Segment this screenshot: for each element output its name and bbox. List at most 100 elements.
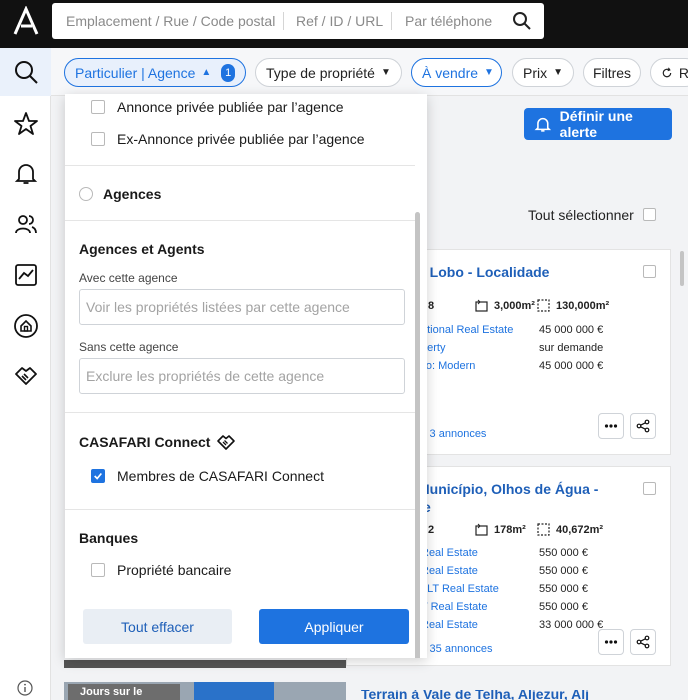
listing-price: 45 000 000 € bbox=[539, 324, 604, 336]
transaction-label: À vendre bbox=[422, 64, 479, 81]
property-select-checkbox[interactable] bbox=[643, 265, 656, 278]
set-alert-button[interactable]: Définir une alerte bbox=[524, 108, 672, 140]
refresh-icon bbox=[662, 67, 672, 77]
agencies-radio[interactable] bbox=[79, 187, 93, 201]
listing-source[interactable]: Real Estate bbox=[421, 565, 478, 577]
owner-filter-label: Particulier | Agence bbox=[75, 64, 196, 81]
users-icon bbox=[14, 215, 37, 234]
sidebar-item-alerts[interactable] bbox=[0, 149, 51, 197]
plot-area-stat: 130,000m² bbox=[537, 299, 609, 312]
area-icon bbox=[475, 523, 488, 536]
connect-section-label: CASAFARI Connect bbox=[79, 434, 211, 450]
reset-filters-button[interactable]: R bbox=[650, 58, 688, 87]
connect-members-checkbox[interactable] bbox=[91, 469, 105, 483]
divider bbox=[65, 165, 415, 166]
phone-search-input[interactable]: Par téléphone bbox=[405, 13, 492, 29]
ex-private-listing-checkbox[interactable] bbox=[91, 132, 105, 146]
property-title-clipped[interactable]: Terrain à Vale de Telha, Aljezur, Alj bbox=[361, 690, 661, 700]
property-title[interactable]: do Município, Olhos de Água - bbox=[397, 481, 598, 497]
bell-icon bbox=[14, 164, 37, 184]
private-listing-agency-checkbox[interactable] bbox=[91, 100, 105, 114]
chevron-up-icon: ▲ bbox=[201, 67, 212, 78]
more-listings-link[interactable]: s 3 annonces bbox=[421, 428, 486, 440]
ex-private-listing-label: Ex-Annonce privée publiée par l’agence bbox=[117, 131, 365, 147]
property-photo[interactable] bbox=[64, 660, 346, 668]
divider bbox=[65, 509, 415, 510]
clear-all-button[interactable]: Tout effacer bbox=[83, 609, 232, 644]
reset-filters-label: R bbox=[678, 64, 688, 81]
casafari-logo[interactable] bbox=[12, 6, 40, 36]
listing-source[interactable]: T Real Estate bbox=[421, 601, 487, 613]
search-separator bbox=[283, 12, 284, 30]
sidebar-item-properties[interactable] bbox=[0, 302, 51, 350]
listing-source[interactable]: : LT Real Estate bbox=[421, 583, 499, 595]
select-all-checkbox[interactable] bbox=[643, 208, 656, 221]
select-all-label: Tout sélectionner bbox=[528, 207, 634, 223]
divider bbox=[65, 412, 415, 413]
plot-icon bbox=[537, 299, 550, 312]
more-filters-label: Filtres bbox=[592, 64, 632, 81]
handshake-icon bbox=[217, 435, 236, 450]
info-icon[interactable] bbox=[17, 680, 33, 696]
dropdown-scrollbar[interactable] bbox=[415, 212, 420, 658]
sidebar-item-analytics[interactable] bbox=[0, 251, 51, 299]
sidebar-item-connect[interactable] bbox=[0, 352, 51, 400]
map-thumbnail bbox=[194, 682, 274, 700]
listing-source[interactable]: Real Estate bbox=[421, 547, 478, 559]
plot-area-value: 130,000m² bbox=[556, 299, 610, 312]
price-filter-pill[interactable]: Prix ▼ bbox=[512, 58, 574, 87]
price-label: Prix bbox=[523, 64, 548, 81]
owner-filter-count-badge: 1 bbox=[221, 63, 235, 82]
listing-price: 550 000 € bbox=[539, 601, 588, 613]
transaction-filter-pill[interactable]: À vendre ▼ bbox=[411, 58, 502, 87]
sidebar-item-favorites[interactable] bbox=[0, 100, 51, 148]
listing-source[interactable]: lio: Modern bbox=[421, 360, 475, 372]
search-icon[interactable] bbox=[512, 11, 532, 31]
star-icon bbox=[13, 112, 38, 135]
top-bar: Emplacement / Rue / Code postal Ref / ID… bbox=[0, 0, 688, 48]
plot-area-stat: 40,672m² bbox=[537, 523, 603, 536]
bedrooms-value: 2 bbox=[428, 523, 435, 536]
set-alert-label: Définir une alerte bbox=[559, 108, 633, 140]
listing-price: sur demande bbox=[539, 342, 604, 354]
ex-private-listing-option[interactable]: Ex-Annonce privée publiée par l’agence bbox=[91, 131, 365, 147]
listing-source[interactable]: ational Real Estate bbox=[421, 324, 513, 336]
apply-button[interactable]: Appliquer bbox=[259, 609, 409, 644]
property-photo[interactable]: Jours sur le bbox=[64, 682, 346, 700]
living-area-value: 3,000m² bbox=[494, 299, 535, 312]
ref-search-input[interactable]: Ref / ID / URL bbox=[296, 13, 383, 29]
property-select-checkbox[interactable] bbox=[643, 482, 656, 495]
living-area-value: 178m² bbox=[494, 523, 526, 536]
more-listings-link[interactable]: s 35 annonces bbox=[421, 643, 493, 655]
sidebar-item-contacts[interactable] bbox=[0, 200, 51, 248]
search-separator bbox=[391, 12, 392, 30]
results-scrollbar[interactable] bbox=[680, 251, 684, 286]
more-options-button[interactable] bbox=[598, 413, 624, 439]
connect-members-option[interactable]: Membres de CASAFARI Connect bbox=[91, 468, 324, 484]
private-listing-agency-option[interactable]: Annonce privée publiée par l’agence bbox=[91, 99, 344, 115]
owner-filter-pill[interactable]: Particulier | Agence ▲ 1 bbox=[64, 58, 246, 87]
bank-property-checkbox[interactable] bbox=[91, 563, 105, 577]
without-agency-input[interactable] bbox=[79, 358, 405, 394]
property-type-label: Type de propriété bbox=[266, 64, 375, 81]
listing-source[interactable]: Real Estate bbox=[421, 619, 478, 631]
more-options-button[interactable] bbox=[598, 629, 624, 655]
check-icon bbox=[94, 472, 102, 480]
listing-price: 45 000 000 € bbox=[539, 360, 604, 372]
home-search-icon bbox=[13, 314, 38, 338]
agencies-option[interactable]: Agences bbox=[79, 186, 161, 202]
agencies-label: Agences bbox=[103, 186, 162, 202]
property-title[interactable]: Terrain à Vale de Telha, Aljezur, Alj bbox=[361, 690, 661, 700]
property-type-filter-pill[interactable]: Type de propriété ▼ bbox=[255, 58, 402, 87]
listing-price: 33 000 000 € bbox=[539, 619, 604, 631]
share-button[interactable] bbox=[630, 413, 656, 439]
more-horizontal-icon bbox=[604, 424, 618, 428]
bank-property-option[interactable]: Propriété bancaire bbox=[91, 562, 231, 578]
more-filters-button[interactable]: Filtres bbox=[583, 58, 641, 87]
search-box: Emplacement / Rue / Code postal Ref / ID… bbox=[52, 3, 544, 39]
share-button[interactable] bbox=[630, 629, 656, 655]
chart-icon bbox=[14, 264, 37, 286]
with-agency-input[interactable] bbox=[79, 289, 405, 325]
location-search-input[interactable]: Emplacement / Rue / Code postal bbox=[66, 13, 275, 29]
sidebar-item-search[interactable] bbox=[0, 48, 51, 96]
